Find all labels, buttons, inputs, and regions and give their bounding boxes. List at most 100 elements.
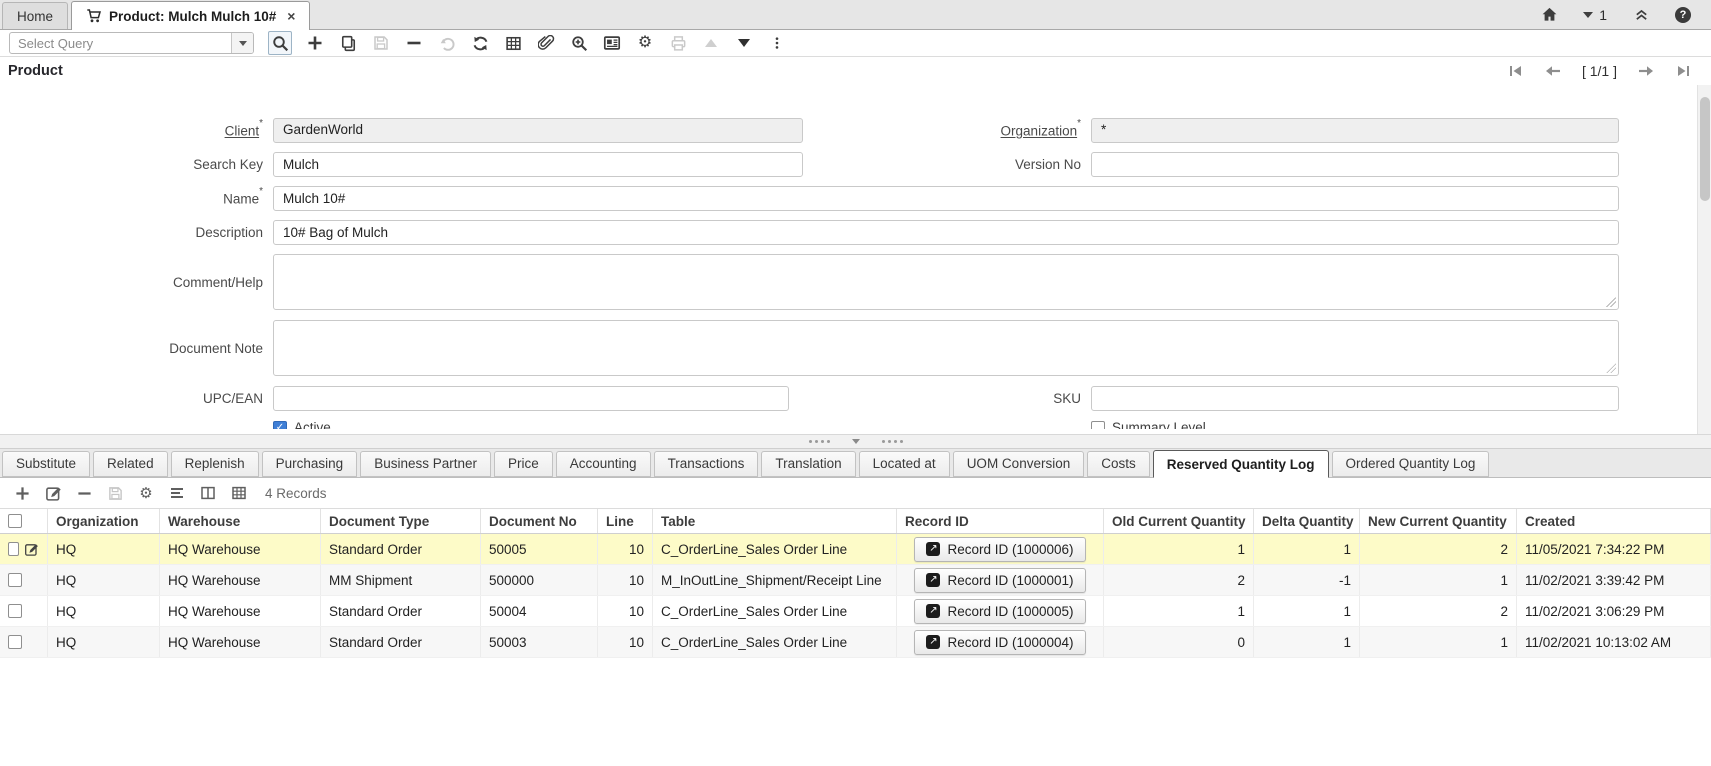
tab-reserved-quantity-log[interactable]: Reserved Quantity Log [1153,450,1329,478]
save-record-icon[interactable] [371,33,391,53]
quick-grid-icon[interactable] [168,484,186,502]
close-tab-icon[interactable]: × [287,9,295,23]
table-row[interactable]: HQ HQ Warehouse Standard Order 50005 10 … [0,534,1711,565]
query-dropdown-button[interactable] [231,33,253,53]
cell-table: C_OrderLine_Sales Order Line [653,627,897,657]
tab-replenish[interactable]: Replenish [171,451,259,477]
cell-delta-qty: 1 [1254,627,1360,657]
column-header[interactable]: Delta Quantity [1254,509,1360,533]
previous-record-icon[interactable] [701,33,721,53]
records-count: 4 Records [265,486,327,501]
find-record-icon[interactable] [268,31,292,55]
query-combobox[interactable] [9,32,254,54]
home-icon[interactable] [1539,5,1559,25]
window-tab-product[interactable]: Product: Mulch Mulch 10# × [71,1,310,30]
first-record-icon[interactable] [1508,64,1524,78]
record-id-button[interactable]: ↗ Record ID (1000004) [914,630,1085,655]
row-checkbox[interactable] [8,573,22,587]
table-row[interactable]: HQ HQ Warehouse Standard Order 50004 10 … [0,596,1711,627]
resize-grip-icon[interactable] [1606,363,1616,373]
tab-costs[interactable]: Costs [1087,451,1150,477]
record-id-button[interactable]: ↗ Record ID (1000005) [914,599,1085,624]
delete-row-icon[interactable] [75,484,93,502]
tab-transactions[interactable]: Transactions [654,451,759,477]
column-header[interactable]: Old Current Quantity [1104,509,1254,533]
column-header[interactable]: Table [653,509,897,533]
grid-view-icon[interactable] [230,484,248,502]
summary-level-checkbox[interactable]: Summary Level [1091,420,1619,429]
query-input[interactable] [10,33,231,53]
tab-uom-conversion[interactable]: UOM Conversion [953,451,1085,477]
grid-toggle-icon[interactable] [503,33,523,53]
window-tab-home[interactable]: Home [2,2,68,29]
column-header[interactable]: Record ID [897,509,1104,533]
tab-accounting[interactable]: Accounting [556,451,651,477]
column-header[interactable]: New Current Quantity [1360,509,1517,533]
search-key-field[interactable] [273,152,803,177]
edit-row-icon[interactable] [44,484,62,502]
open-windows-menu[interactable]: 1 [1583,7,1607,23]
upc-ean-label: UPC/EAN [0,391,265,406]
cell-created: 11/02/2021 3:39:42 PM [1517,565,1711,595]
record-id-button[interactable]: ↗ Record ID (1000006) [914,537,1085,562]
report-icon[interactable] [602,33,622,53]
tab-ordered-quantity-log[interactable]: Ordered Quantity Log [1332,451,1490,477]
document-note-field[interactable] [273,320,1619,376]
column-header[interactable]: Document No [481,509,598,533]
undo-icon[interactable] [437,33,457,53]
previous-record-nav-icon[interactable] [1544,64,1562,78]
column-header[interactable]: Warehouse [160,509,321,533]
comment-help-field[interactable] [273,254,1619,310]
row-checkbox[interactable] [8,604,22,618]
help-icon[interactable]: ? [1675,7,1691,23]
save-row-icon[interactable] [106,484,124,502]
panel-splitter[interactable] [0,434,1711,449]
refresh-icon[interactable] [470,33,490,53]
record-id-button[interactable]: ↗ Record ID (1000001) [914,568,1085,593]
zoom-across-icon[interactable] [569,33,589,53]
tab-purchasing[interactable]: Purchasing [262,451,358,477]
checkbox-unchecked-icon[interactable] [8,514,22,528]
active-checkbox[interactable]: ✓ Active [273,420,803,429]
splitter-collapse-icon[interactable] [852,439,860,444]
tab-related[interactable]: Related [93,451,168,477]
next-record-nav-icon[interactable] [1637,64,1655,78]
table-row[interactable]: HQ HQ Warehouse Standard Order 50003 10 … [0,627,1711,658]
vertical-scrollbar[interactable] [1697,85,1711,434]
table-row[interactable]: HQ HQ Warehouse MM Shipment 500000 10 M_… [0,565,1711,596]
tab-price[interactable]: Price [494,451,553,477]
print-icon[interactable] [668,33,688,53]
column-header[interactable]: Organization [48,509,160,533]
process-gear-icon[interactable]: ⚙ [635,33,655,53]
select-all-header[interactable] [0,509,48,533]
tab-substitute[interactable]: Substitute [2,451,90,477]
column-header[interactable]: Document Type [321,509,481,533]
description-field[interactable] [273,220,1619,245]
version-no-field[interactable] [1091,152,1619,177]
row-edit-pencil-icon[interactable] [24,542,39,557]
attachment-icon[interactable] [536,33,556,53]
name-field[interactable] [273,186,1619,211]
more-actions-icon[interactable] [767,33,787,53]
column-header[interactable]: Created [1517,509,1711,533]
resize-grip-icon[interactable] [1606,297,1616,307]
delete-record-icon[interactable] [404,33,424,53]
cell-document-type: MM Shipment [321,565,481,595]
copy-record-icon[interactable] [338,33,358,53]
scrollbar-thumb[interactable] [1700,97,1710,201]
collapse-header-icon[interactable] [1631,5,1651,25]
last-record-icon[interactable] [1675,64,1691,78]
next-record-icon[interactable] [734,33,754,53]
tab-business-partner[interactable]: Business Partner [360,451,491,477]
tab-located-at[interactable]: Located at [859,451,950,477]
tab-translation[interactable]: Translation [761,451,855,477]
row-checkbox[interactable] [8,635,22,649]
column-header[interactable]: Line [598,509,653,533]
sku-field[interactable] [1091,386,1619,411]
upc-ean-field[interactable] [273,386,789,411]
row-checkbox[interactable] [8,542,19,556]
grid-process-gear-icon[interactable]: ⚙ [137,484,155,502]
split-view-icon[interactable] [199,484,217,502]
new-record-icon[interactable] [305,33,325,53]
add-row-icon[interactable] [13,484,31,502]
